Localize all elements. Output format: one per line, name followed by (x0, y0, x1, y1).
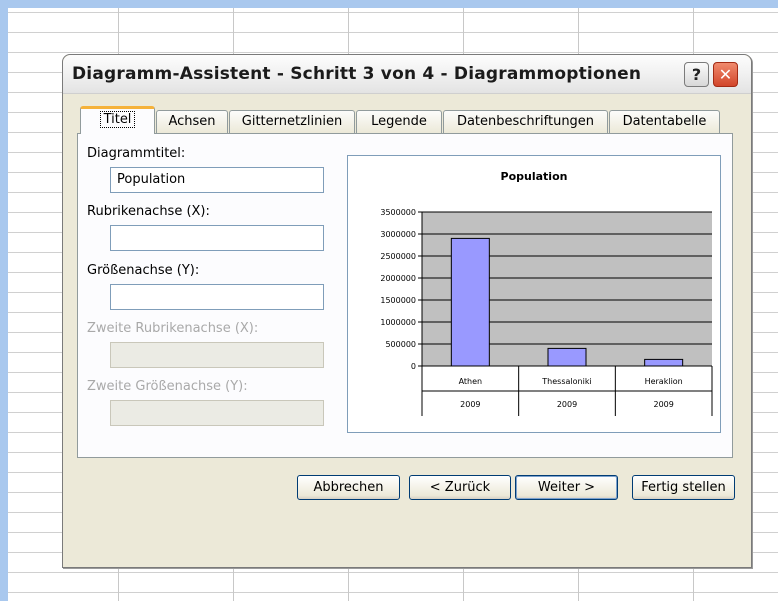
sheet-column-header-strip (0, 0, 778, 8)
x2-axis-input (110, 342, 324, 368)
chart-preview: Population 3500000 3000000 2500000 2000000 1… (347, 155, 721, 433)
chart-wizard-dialog: Diagramm-Assistent - Schritt 3 von 4 - D… (62, 54, 752, 568)
tab-datentabelle[interactable]: Datentabelle (609, 110, 720, 133)
y-tick-label: 3500000 (380, 208, 416, 217)
x-category-label: Athen (459, 377, 483, 386)
x-category-label: Thessaloniki (541, 377, 591, 386)
y-tick-label: 3000000 (380, 230, 416, 239)
x2-axis-label: Zweite Rubrikenachse (X): (87, 321, 259, 336)
finish-button[interactable]: Fertig stellen (632, 475, 735, 500)
chart-title-input[interactable]: Population (110, 167, 324, 193)
tab-titel-label: Titel (99, 111, 136, 128)
x-subcategory-label: 2009 (460, 400, 480, 409)
chart-title-label: Diagrammtitel: (87, 146, 186, 161)
chart-bar-heraklion (644, 358, 684, 367)
y-tick-label: 0 (411, 362, 416, 371)
x-subcategory-label: 2009 (653, 400, 673, 409)
tab-legende[interactable]: Legende (356, 110, 442, 133)
help-button[interactable]: ? (684, 62, 709, 87)
x-axis-input[interactable] (110, 225, 324, 251)
chart-title: Population (501, 170, 568, 183)
y-tick-label: 2500000 (380, 252, 416, 261)
y-tick-label: 500000 (385, 340, 416, 349)
back-button[interactable]: < Zurück (409, 475, 511, 500)
tab-datenbeschriftungen[interactable]: Datenbeschriftungen (443, 110, 608, 133)
x-axis-label: Rubrikenachse (X): (87, 204, 210, 219)
next-button[interactable]: Weiter > (515, 475, 618, 500)
y2-axis-label: Zweite Größenachse (Y): (87, 379, 248, 394)
dialog-title: Diagramm-Assistent - Schritt 3 von 4 - D… (72, 64, 642, 84)
chart-svg: Population 3500000 3000000 2500000 2000000 1… (380, 170, 713, 416)
y-axis-input[interactable] (110, 284, 324, 310)
tab-achsen[interactable]: Achsen (156, 110, 228, 133)
y-tick-label: 1500000 (380, 296, 416, 305)
y2-axis-input (110, 400, 324, 426)
tab-gitternetzlinien[interactable]: Gitternetzlinien (229, 110, 355, 133)
x-subcategory-label: 2009 (557, 400, 577, 409)
tab-titel[interactable]: Titel (80, 106, 155, 134)
chart-bar-athen (450, 237, 490, 367)
cancel-button[interactable]: Abbrechen (297, 475, 400, 500)
chart-bar-thessaloniki (547, 347, 587, 367)
sheet-row-header-strip (0, 8, 8, 601)
dialog-titlebar[interactable]: Diagramm-Assistent - Schritt 3 von 4 - D… (63, 55, 751, 94)
close-button[interactable]: ✕ (713, 62, 738, 87)
y-tick-label: 2000000 (380, 274, 416, 283)
y-axis-label: Größenachse (Y): (87, 263, 200, 278)
x-category-label: Heraklion (645, 377, 683, 386)
y-tick-label: 1000000 (380, 318, 416, 327)
